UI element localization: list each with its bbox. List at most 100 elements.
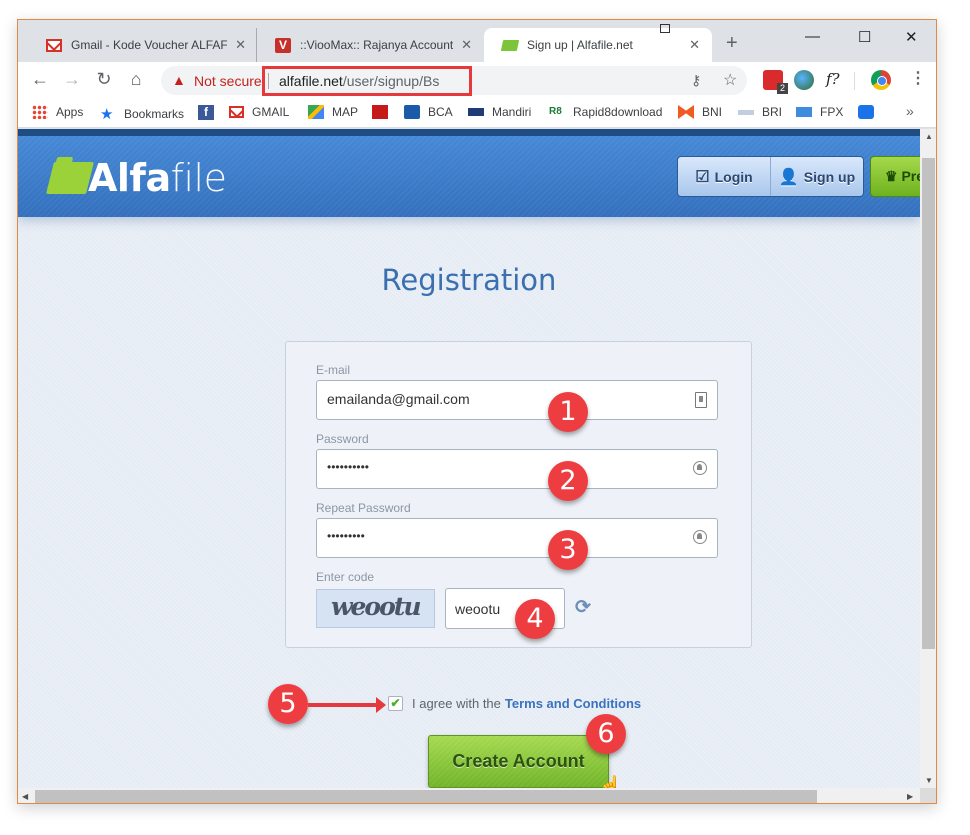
password-input[interactable] xyxy=(327,460,667,474)
terms-agreement: ✔ I agree with the Terms and Conditions xyxy=(388,696,641,711)
close-icon[interactable]: ✕ xyxy=(235,37,246,53)
star-icon[interactable]: ☆ xyxy=(723,70,737,90)
password-manager-icon[interactable] xyxy=(693,530,707,544)
lastpass-icon[interactable]: 2 xyxy=(763,70,788,94)
scroll-down-arrow-icon[interactable]: ▼ xyxy=(925,776,933,785)
logo-text: Alfafile xyxy=(88,156,227,200)
horizontal-scrollbar[interactable]: ◀ ▶ xyxy=(18,788,920,803)
toolbar-divider xyxy=(854,72,855,90)
tab-vioomax[interactable]: V ::ViooMax:: Rajanya Account Premium ✕ xyxy=(256,28,484,62)
email-input[interactable] xyxy=(327,391,667,407)
r8-icon: R8 xyxy=(549,106,562,117)
agree-text: I agree with the xyxy=(412,696,501,711)
bookmark-label: Bookmarks xyxy=(124,107,185,121)
scrollbar-corner xyxy=(920,788,936,803)
bca-icon xyxy=(404,105,420,119)
login-button[interactable]: ☑ Login xyxy=(678,157,770,196)
scroll-up-arrow-icon[interactable]: ▲ xyxy=(925,132,933,141)
url-highlight-box xyxy=(262,66,472,96)
bookmark-mandiri[interactable]: Mandiri xyxy=(468,105,531,119)
bookmark-map[interactable]: MAP xyxy=(308,105,358,119)
scroll-left-arrow-icon[interactable]: ◀ xyxy=(22,792,28,801)
bookmark-gmail[interactable]: GMAIL xyxy=(229,105,289,119)
repeat-password-field[interactable] xyxy=(316,518,718,558)
bookmark-c[interactable] xyxy=(858,105,882,119)
fpx-icon xyxy=(796,107,812,117)
browser-toolbar: ← → ↻ ⌂ ▲ Not secure alfafile.net/user/s… xyxy=(18,62,936,98)
page-title: Registration xyxy=(381,263,557,297)
bookmark-apps[interactable]: Apps xyxy=(32,105,83,119)
auth-button-group: ☑ Login 👤 Sign up xyxy=(677,156,864,197)
user-icon: 👤 xyxy=(778,168,799,186)
chrome-extension-icon[interactable] xyxy=(871,70,891,90)
tab-title: ::ViooMax:: Rajanya Account Premium xyxy=(300,38,454,52)
reload-button[interactable]: ↻ xyxy=(93,69,115,90)
email-field[interactable] xyxy=(316,380,718,420)
terms-link[interactable]: Terms and Conditions xyxy=(505,696,641,711)
repeat-password-input[interactable] xyxy=(327,529,667,543)
bookmark-label: BNI xyxy=(702,105,723,119)
login-label: Login xyxy=(714,168,753,185)
signup-button[interactable]: 👤 Sign up xyxy=(770,157,863,196)
bookmark-label: FPX xyxy=(820,105,844,119)
step-marker-6: 6 xyxy=(586,714,626,754)
folder-icon xyxy=(500,39,520,51)
agree-checkbox[interactable]: ✔ xyxy=(388,696,403,711)
gmail-icon xyxy=(46,38,62,52)
step-marker-4: 4 xyxy=(515,599,555,639)
close-icon[interactable]: ✕ xyxy=(689,37,700,53)
bookmark-label: Rapid8download xyxy=(573,105,663,119)
bookmark-bni[interactable]: BNI xyxy=(678,105,722,119)
bookmark-fpx[interactable]: FPX xyxy=(796,105,843,119)
bookmark-bca[interactable]: BCA xyxy=(404,105,453,119)
idm-icon[interactable] xyxy=(794,70,814,90)
close-icon[interactable]: ✕ xyxy=(461,37,472,53)
bookmark-bri[interactable]: BRI xyxy=(738,105,782,119)
maximize-button[interactable]: ☐ xyxy=(858,28,871,46)
refresh-captcha-icon[interactable]: ⟳ xyxy=(575,596,591,619)
bookmark-lm[interactable] xyxy=(372,105,396,119)
menu-icon[interactable]: ⋮ xyxy=(910,68,926,88)
repeat-password-label: Repeat Password xyxy=(316,501,411,515)
tab-strip: Gmail - Kode Voucher ALFAFILE ✕ V ::Vioo… xyxy=(18,20,936,62)
address-bar[interactable]: ▲ Not secure alfafile.net/user/signup/Bs… xyxy=(161,66,747,96)
picture-in-picture-icon xyxy=(660,24,670,33)
premium-button[interactable]: ♛ Premium xyxy=(870,156,920,197)
password-label: Password xyxy=(316,432,369,446)
alfafile-logo[interactable]: Alfafile xyxy=(46,156,227,200)
bookmark-facebook[interactable]: f xyxy=(198,105,222,120)
bookmark-bookmarks[interactable]: ★ Bookmarks xyxy=(100,105,184,123)
c-icon xyxy=(858,105,874,119)
password-field[interactable] xyxy=(316,449,718,489)
bookmarks-more-button[interactable]: » xyxy=(906,103,914,119)
create-account-button[interactable]: Create Account xyxy=(428,735,609,788)
step-marker-3: 3 xyxy=(548,530,588,570)
key-icon[interactable]: ⚷ xyxy=(691,72,701,89)
premium-label: Premium xyxy=(901,168,920,184)
forward-button[interactable]: → xyxy=(61,69,83,90)
font-identifier-icon[interactable]: f? xyxy=(826,70,846,90)
vertical-scroll-thumb[interactable] xyxy=(922,158,935,649)
home-button[interactable]: ⌂ xyxy=(125,69,147,90)
crown-icon: ♛ xyxy=(885,168,902,184)
step-marker-1: 1 xyxy=(548,392,588,432)
facebook-icon: f xyxy=(198,105,214,120)
bookmark-label: Mandiri xyxy=(492,105,532,119)
scroll-right-arrow-icon[interactable]: ▶ xyxy=(907,792,913,801)
annotation-arrow xyxy=(308,697,386,713)
tab-gmail[interactable]: Gmail - Kode Voucher ALFAFILE ✕ xyxy=(28,28,258,62)
page-viewport: Alfafile ☑ Login 👤 Sign up ♛ Premium Reg… xyxy=(18,129,920,788)
gmail-icon xyxy=(229,106,244,118)
back-button[interactable]: ← xyxy=(29,69,51,90)
minimize-button[interactable]: — xyxy=(805,28,820,45)
horizontal-scroll-thumb[interactable] xyxy=(35,790,817,803)
vertical-scrollbar[interactable]: ▲ ▼ xyxy=(920,129,936,788)
new-tab-button[interactable]: + xyxy=(726,32,738,55)
security-indicator[interactable]: Not secure xyxy=(194,73,262,89)
close-window-button[interactable]: ✕ xyxy=(905,28,918,46)
contact-card-icon[interactable] xyxy=(695,392,707,408)
tab-signup-active[interactable]: Sign up | Alfafile.net ✕ xyxy=(484,28,712,62)
captcha-image: weootu xyxy=(316,589,435,628)
bookmark-rapid8download[interactable]: R8 Rapid8download xyxy=(549,105,662,119)
password-manager-icon[interactable] xyxy=(693,461,707,475)
